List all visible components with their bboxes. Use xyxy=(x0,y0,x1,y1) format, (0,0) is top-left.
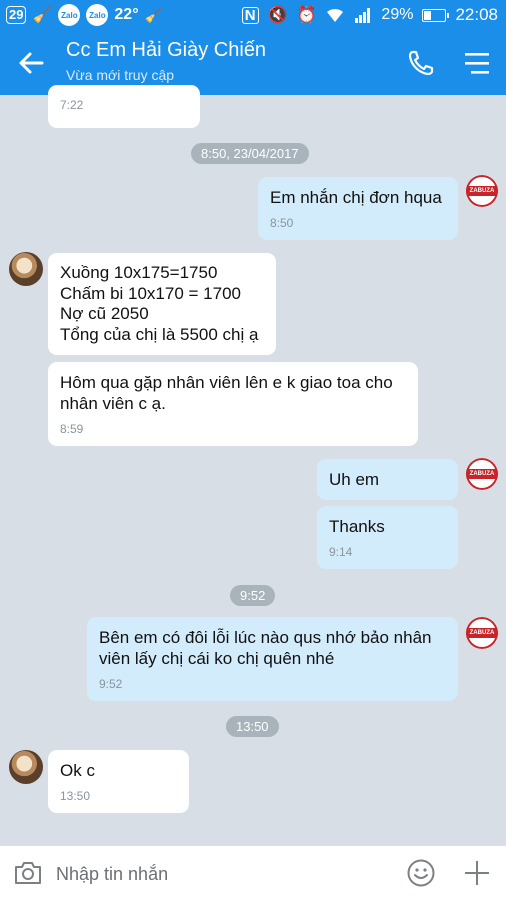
message-bubble-outgoing[interactable]: Em nhắn chị đơn hqua 8:50 xyxy=(258,177,458,240)
message-text: Em nhắn chị đơn hqua xyxy=(270,188,442,207)
message-line: Chấm bi 10x170 = 1700 xyxy=(60,283,241,303)
message-list[interactable]: 7:22 8:50, 23/04/2017 ZABUZA Em nhắn chị… xyxy=(0,85,506,845)
message-time: 13:50 xyxy=(60,789,91,803)
message-bubble-outgoing[interactable]: Bên em có đôi lỗi lúc nào qus nhớ bảo nh… xyxy=(87,617,458,701)
message-text: Thanks xyxy=(329,517,385,536)
date-separator: 8:50, 23/04/2017 xyxy=(191,143,309,164)
broom-icon: 🧹 xyxy=(144,7,164,24)
avatar-logo-text: ZABUZA xyxy=(466,186,498,196)
message-time: 9:52 xyxy=(99,677,123,691)
message-text: Uh em xyxy=(329,470,380,489)
message-text: Bên em có đôi lỗi lúc nào qus nhớ bảo nh… xyxy=(99,628,432,668)
message-bubble-incoming[interactable]: 7:22 xyxy=(48,85,200,128)
message-bubble-incoming[interactable]: Ok c 13:50 xyxy=(48,750,189,813)
phone-icon[interactable] xyxy=(406,48,436,78)
back-arrow-icon[interactable] xyxy=(14,46,48,80)
self-avatar: ZABUZA xyxy=(466,458,498,490)
self-avatar: ZABUZA xyxy=(466,617,498,649)
self-avatar: ZABUZA xyxy=(466,175,498,207)
wifi-icon xyxy=(327,8,344,22)
emoji-icon[interactable] xyxy=(406,858,436,888)
message-composer xyxy=(0,845,506,900)
avatar-logo-text: ZABUZA xyxy=(466,469,498,479)
avatar-logo-text: ZABUZA xyxy=(466,628,498,638)
mute-icon: 🔇 xyxy=(267,7,288,24)
cleaner-icon: 🧹 xyxy=(32,7,53,24)
nfc-icon: N xyxy=(241,6,259,24)
contact-status: Vừa mới truy cập xyxy=(66,67,175,83)
contact-avatar[interactable] xyxy=(9,252,43,286)
battery-percent: 29% xyxy=(381,6,414,23)
message-input[interactable] xyxy=(56,860,386,888)
message-bubble-incoming[interactable]: Hôm qua gặp nhân viên lên e k giao toa c… xyxy=(48,362,418,446)
signal-icon xyxy=(355,8,371,23)
notification-count-badge: 29 xyxy=(6,6,27,24)
time-separator: 13:50 xyxy=(226,716,279,737)
time-separator: 9:52 xyxy=(230,585,276,606)
temperature-text: 22° xyxy=(114,6,139,23)
zalo-notification-icon: Zalo xyxy=(58,4,81,26)
status-bar: 29 🧹 Zalo Zalo 22° 🧹 N 🔇 ⏰ 29% 22:08 xyxy=(0,0,506,30)
battery-icon xyxy=(422,8,450,22)
battery-fill xyxy=(424,10,431,20)
message-bubble-outgoing[interactable]: Uh em xyxy=(317,459,458,500)
message-time: 8:59 xyxy=(60,422,84,436)
camera-icon[interactable] xyxy=(12,859,44,887)
message-bubble-incoming[interactable]: Xuồng 10x175=1750 Chấm bi 10x170 = 1700 … xyxy=(48,253,276,355)
message-line: Nợ cũ 2050 xyxy=(60,304,149,323)
message-bubble-outgoing[interactable]: Thanks 9:14 xyxy=(317,506,458,569)
contact-avatar[interactable] xyxy=(9,750,43,784)
message-line: Xuồng 10x175=1750 xyxy=(60,263,218,282)
zalo-notification-icon: Zalo xyxy=(86,4,109,26)
plus-icon[interactable] xyxy=(462,858,492,888)
message-time: 9:14 xyxy=(329,545,353,559)
message-time: 8:50 xyxy=(270,216,294,230)
message-line: Tổng của chị là 5500 chị ạ xyxy=(60,324,259,344)
alarm-icon: ⏰ xyxy=(296,7,317,24)
clock-time: 22:08 xyxy=(455,5,498,24)
menu-icon[interactable] xyxy=(462,50,492,76)
message-time: 7:22 xyxy=(60,98,84,112)
contact-name[interactable]: Cc Em Hải Giày Chiến xyxy=(66,39,266,62)
message-text: Ok c xyxy=(60,761,95,780)
message-text: Hôm qua gặp nhân viên lên e k giao toa c… xyxy=(60,373,393,413)
